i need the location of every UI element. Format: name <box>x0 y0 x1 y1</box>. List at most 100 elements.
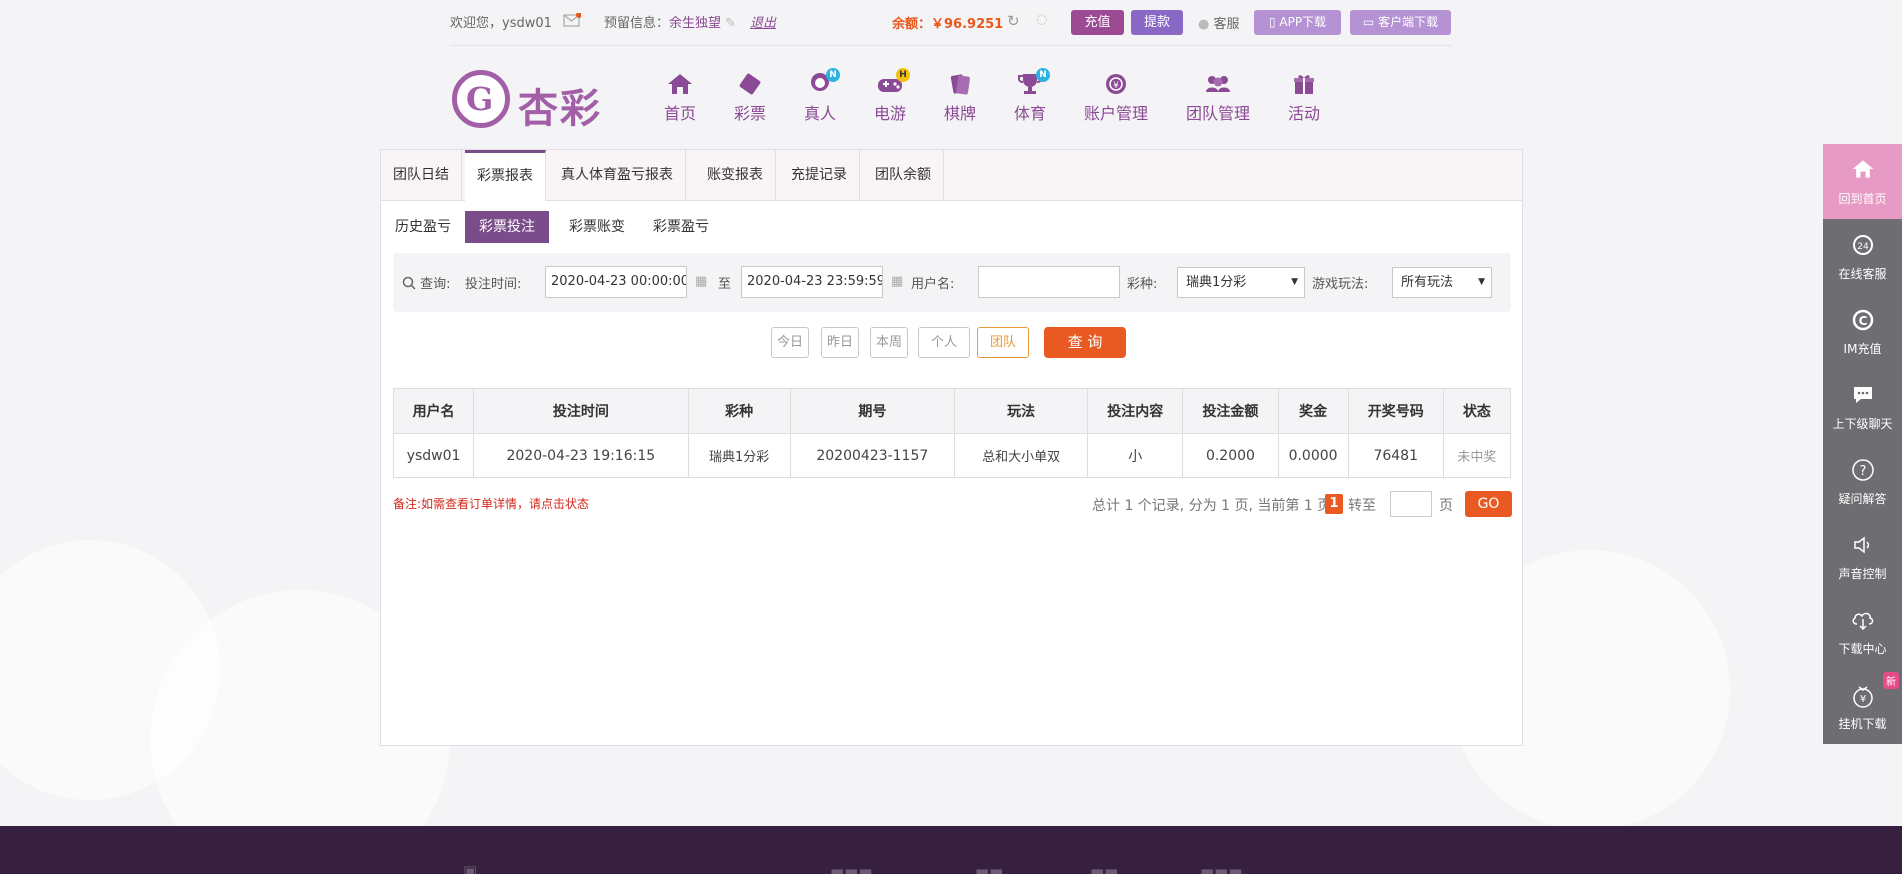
nav-activity[interactable]: 活动 <box>1288 72 1320 124</box>
col-lottery: 彩种 <box>687 388 791 434</box>
subtab-lottery-bets[interactable]: 彩票投注 <box>465 211 549 243</box>
refresh-icon[interactable]: ↻ <box>1007 12 1020 30</box>
partner-logo: ▬▬ <box>975 862 1004 874</box>
table-header-row: 用户名 投注时间 彩种 期号 玩法 投注内容 投注金额 奖金 开奖号码 状态 <box>392 388 1512 434</box>
col-username: 用户名 <box>392 388 475 434</box>
hot-badge: H <box>896 68 910 82</box>
pagination: 总计 1 个记录, 分为 1 页, 当前第 1 页 1 转至 页 GO <box>1092 491 1512 517</box>
personal-button[interactable]: 个人 <box>918 327 970 358</box>
nav-slots[interactable]: H 电游 <box>874 68 910 124</box>
tab-live-sports-report[interactable]: 真人体育盈亏报表 <box>549 150 686 201</box>
withdraw-button[interactable]: 提款 <box>1131 10 1183 35</box>
lottery-type-select[interactable]: 瑞典1分彩 ▼ <box>1177 267 1305 298</box>
top-bar: 欢迎您，ysdw01 预留信息：余生独望 ✎ 退出 余额：￥96.9251 ↻ … <box>450 0 1452 46</box>
start-time-input[interactable]: 2020-04-23 00:00:00 <box>545 266 687 298</box>
right-sidebar: 回到首页 24 在线客服 C IM充值 上下级聊天 ? 疑问解答 声音控制 下载… <box>1823 144 1902 744</box>
home-icon <box>666 72 694 98</box>
cell-status[interactable]: 未中奖 <box>1442 433 1512 478</box>
footer-partners: ▣ ▬▬▬ ▬▬ ▬▬ ▬▬▬ <box>0 826 1902 874</box>
query-label-text: 查询: <box>420 277 451 292</box>
sidebar-faq[interactable]: ? 疑问解答 <box>1823 444 1902 519</box>
nav-live[interactable]: N 真人 <box>804 68 840 124</box>
recharge-button[interactable]: 充值 <box>1071 10 1124 35</box>
speaker-icon <box>1823 533 1902 559</box>
sidebar-chat[interactable]: 上下级聊天 <box>1823 369 1902 444</box>
question-icon: ? <box>1823 458 1902 484</box>
client-download-button[interactable]: ▭ 客户端下载 <box>1350 10 1451 35</box>
sidebar-label: 疑问解答 <box>1838 492 1887 506</box>
col-bet-content: 投注内容 <box>1087 388 1184 434</box>
tab-deposit-withdraw[interactable]: 充提记录 <box>779 150 860 201</box>
logout-link[interactable]: 退出 <box>750 12 776 31</box>
query-button[interactable]: 查 询 <box>1044 327 1126 358</box>
col-bonus: 奖金 <box>1277 388 1349 434</box>
bet-time-label: 投注时间: <box>465 277 522 292</box>
tab-lottery-report[interactable]: 彩票报表 <box>465 150 546 201</box>
nav-sports[interactable]: N 体育 <box>1014 68 1050 124</box>
pager-summary: 总计 1 个记录, 分为 1 页, 当前第 1 页 <box>1092 498 1332 514</box>
welcome-text: 欢迎您，ysdw01 <box>450 16 552 31</box>
trophy-icon: N <box>1016 68 1050 98</box>
partner-logo: ▬▬▬ <box>830 862 873 874</box>
lottery-type-value: 瑞典1分彩 <box>1186 275 1247 290</box>
nav-chess[interactable]: 棋牌 <box>944 72 976 124</box>
chat-icon <box>1823 383 1902 409</box>
site-logo[interactable]: G 杏彩 <box>452 68 604 132</box>
sidebar-label: 上下级聊天 <box>1832 417 1893 431</box>
phone-icon: ▯ <box>1268 15 1276 29</box>
sidebar-afk-download[interactable]: 新 ¥ 挂机下载 <box>1823 669 1902 744</box>
cell-bonus: 0.0000 <box>1277 433 1349 478</box>
nav-lottery[interactable]: 彩票 <box>734 72 766 124</box>
cell-issue: 20200423-1157 <box>789 433 955 478</box>
col-bet-time: 投注时间 <box>473 388 689 434</box>
mail-icon[interactable] <box>563 12 582 31</box>
tab-team-balance[interactable]: 团队余额 <box>863 150 944 201</box>
end-time-input[interactable]: 2020-04-23 23:59:59 <box>741 266 883 298</box>
this-week-button[interactable]: 本周 <box>870 327 908 358</box>
search-icon <box>402 276 416 292</box>
gift-icon <box>1290 72 1318 98</box>
tab-team-daily[interactable]: 团队日结 <box>381 150 462 201</box>
nav-label: 团队管理 <box>1186 104 1251 123</box>
app-download-button[interactable]: ▯ APP下载 <box>1254 10 1341 35</box>
page-jump-input[interactable] <box>1390 491 1432 517</box>
sidebar-label: IM充值 <box>1843 342 1882 356</box>
calendar-icon[interactable]: ▦ <box>891 274 903 289</box>
go-button[interactable]: GO <box>1465 491 1512 517</box>
subtab-history-pl[interactable]: 历史盈亏 <box>393 211 453 243</box>
cards-icon <box>946 72 974 98</box>
new-badge: 新 <box>1883 672 1899 689</box>
home-icon <box>1823 158 1902 184</box>
edit-icon[interactable]: ✎ <box>725 16 736 31</box>
nav-account[interactable]: ¥ 账户管理 <box>1084 72 1148 124</box>
subtab-lottery-changes[interactable]: 彩票账变 <box>567 211 627 243</box>
sidebar-label: 在线客服 <box>1838 267 1887 281</box>
cloud-download-icon <box>1823 608 1902 634</box>
sidebar-label: 回到首页 <box>1838 192 1887 206</box>
sidebar-download-center[interactable]: 下载中心 <box>1823 594 1902 669</box>
reserve-value: 余生独望 <box>669 16 722 31</box>
nav-home[interactable]: 首页 <box>664 72 696 124</box>
customer-service-link[interactable]: ● 客服 <box>1198 13 1240 32</box>
team-button[interactable]: 团队 <box>977 327 1029 358</box>
cell-bet-content: 小 <box>1087 433 1184 478</box>
nav-label: 账户管理 <box>1084 104 1149 123</box>
ticket-icon <box>736 72 764 98</box>
play-type-value: 所有玩法 <box>1401 275 1454 290</box>
username-input[interactable] <box>978 266 1120 298</box>
sidebar-sound-control[interactable]: 声音控制 <box>1823 519 1902 594</box>
sidebar-online-service[interactable]: 24 在线客服 <box>1823 219 1902 294</box>
tab-balance-change-report[interactable]: 账变报表 <box>695 150 776 201</box>
current-page[interactable]: 1 <box>1325 494 1343 514</box>
sidebar-im-recharge[interactable]: C IM充值 <box>1823 294 1902 369</box>
yesterday-button[interactable]: 昨日 <box>821 327 859 358</box>
svg-text:¥: ¥ <box>1113 81 1119 91</box>
play-type-select[interactable]: 所有玩法 ▼ <box>1392 267 1492 298</box>
sidebar-back-home[interactable]: 回到首页 <box>1823 144 1902 219</box>
nav-team[interactable]: 团队管理 <box>1186 72 1250 124</box>
today-button[interactable]: 今日 <box>771 327 809 358</box>
live-dealer-icon: N <box>806 68 840 98</box>
calendar-icon[interactable]: ▦ <box>695 274 707 289</box>
subtab-lottery-pl[interactable]: 彩票盈亏 <box>651 211 711 243</box>
hide-balance-icon[interactable]: ◌ <box>1036 12 1047 27</box>
